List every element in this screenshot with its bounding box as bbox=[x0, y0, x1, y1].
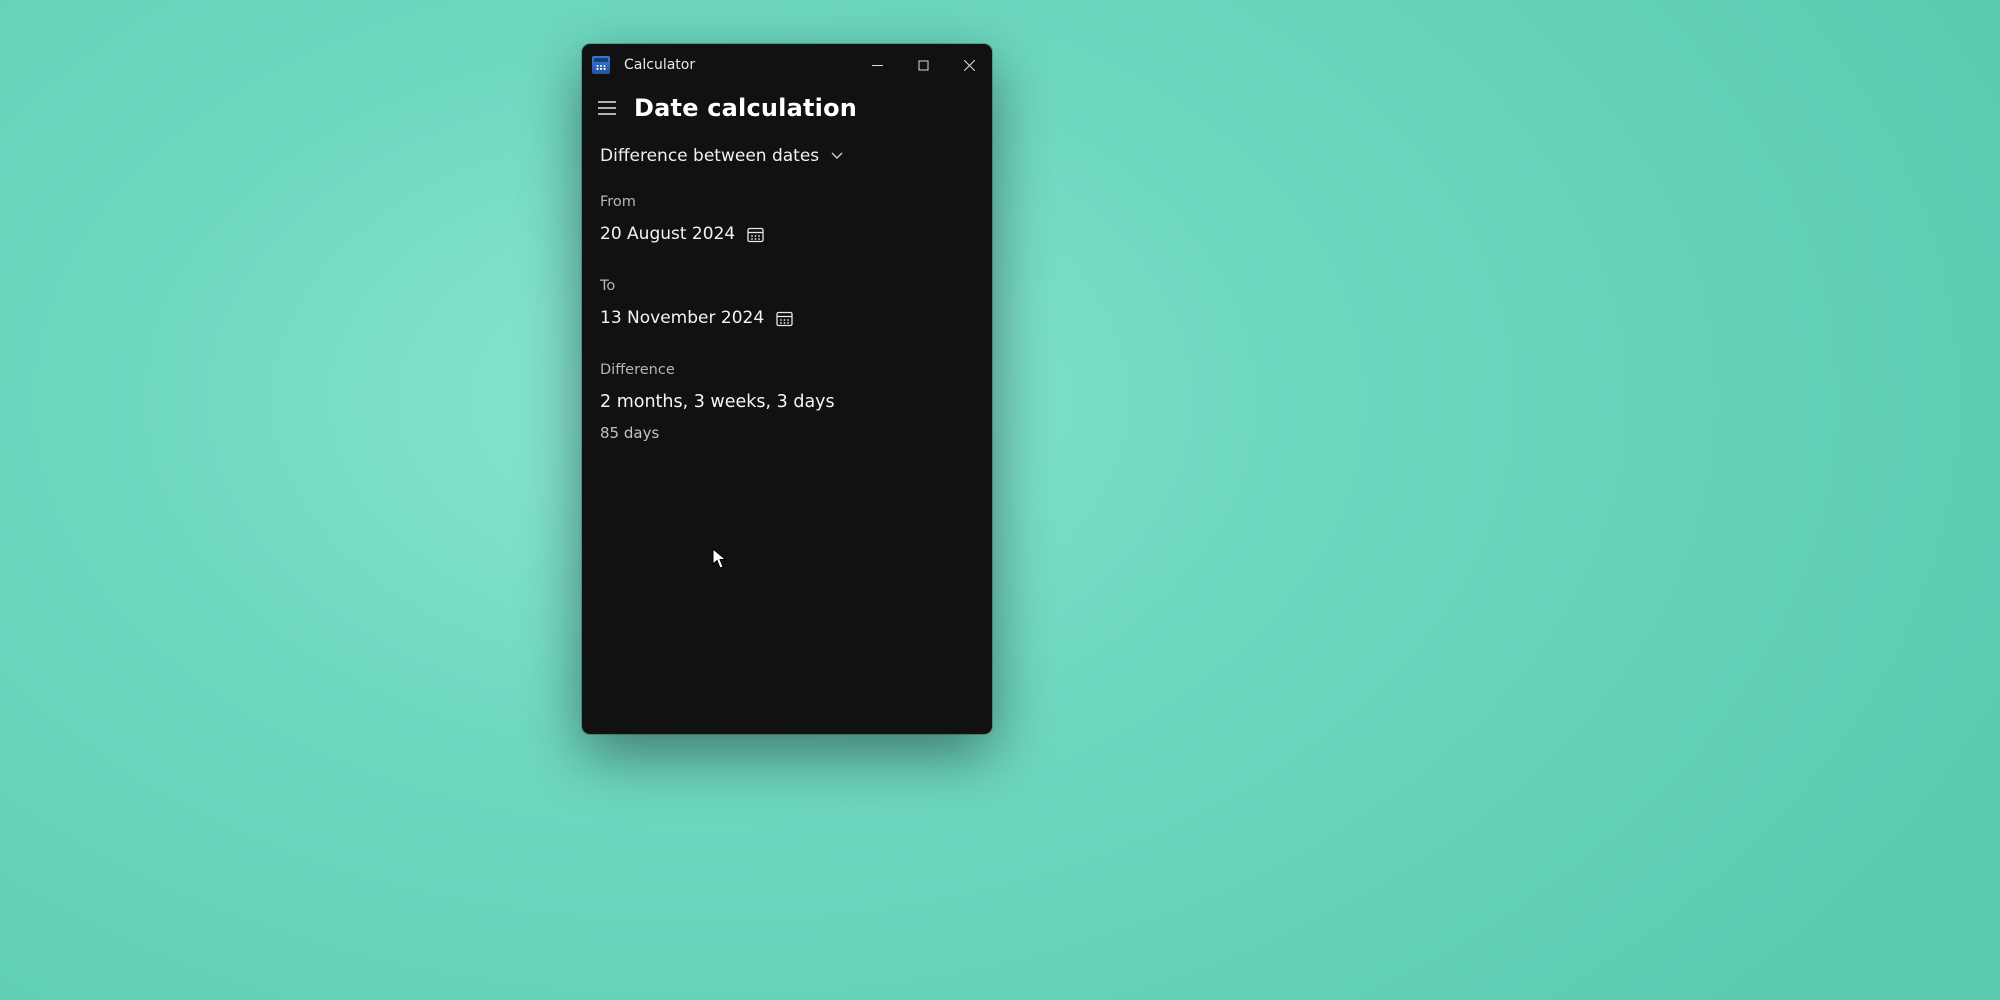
calculator-icon bbox=[592, 56, 610, 74]
hamburger-icon bbox=[598, 101, 616, 115]
to-date-picker[interactable]: 13 November 2024 bbox=[600, 308, 974, 328]
minimize-icon bbox=[872, 60, 883, 71]
titlebar[interactable]: Calculator bbox=[582, 44, 992, 86]
nav-menu-button[interactable] bbox=[594, 95, 620, 121]
page-header: Date calculation bbox=[582, 86, 992, 128]
close-icon bbox=[964, 60, 975, 71]
to-date-value: 13 November 2024 bbox=[600, 308, 764, 328]
calendar-icon bbox=[747, 226, 764, 243]
app-title: Calculator bbox=[624, 57, 695, 73]
calendar-icon bbox=[776, 310, 793, 327]
minimize-button[interactable] bbox=[854, 44, 900, 86]
maximize-icon bbox=[918, 60, 929, 71]
difference-secondary: 85 days bbox=[600, 424, 974, 442]
chevron-down-icon bbox=[831, 152, 843, 160]
calculator-window: Calculator Date calculation Difference b… bbox=[582, 44, 992, 734]
page-title: Date calculation bbox=[634, 94, 857, 122]
difference-primary: 2 months, 3 weeks, 3 days bbox=[600, 392, 974, 412]
to-label: To bbox=[600, 278, 974, 294]
from-date-value: 20 August 2024 bbox=[600, 224, 735, 244]
maximize-button[interactable] bbox=[900, 44, 946, 86]
content-area: Difference between dates From 20 August … bbox=[582, 128, 992, 442]
from-date-picker[interactable]: 20 August 2024 bbox=[600, 224, 974, 244]
difference-label: Difference bbox=[600, 362, 974, 378]
close-button[interactable] bbox=[946, 44, 992, 86]
mode-dropdown[interactable]: Difference between dates bbox=[600, 146, 974, 166]
mode-selected-label: Difference between dates bbox=[600, 146, 819, 166]
difference-result: Difference 2 months, 3 weeks, 3 days 85 … bbox=[600, 362, 974, 442]
from-label: From bbox=[600, 194, 974, 210]
window-controls bbox=[854, 44, 992, 86]
